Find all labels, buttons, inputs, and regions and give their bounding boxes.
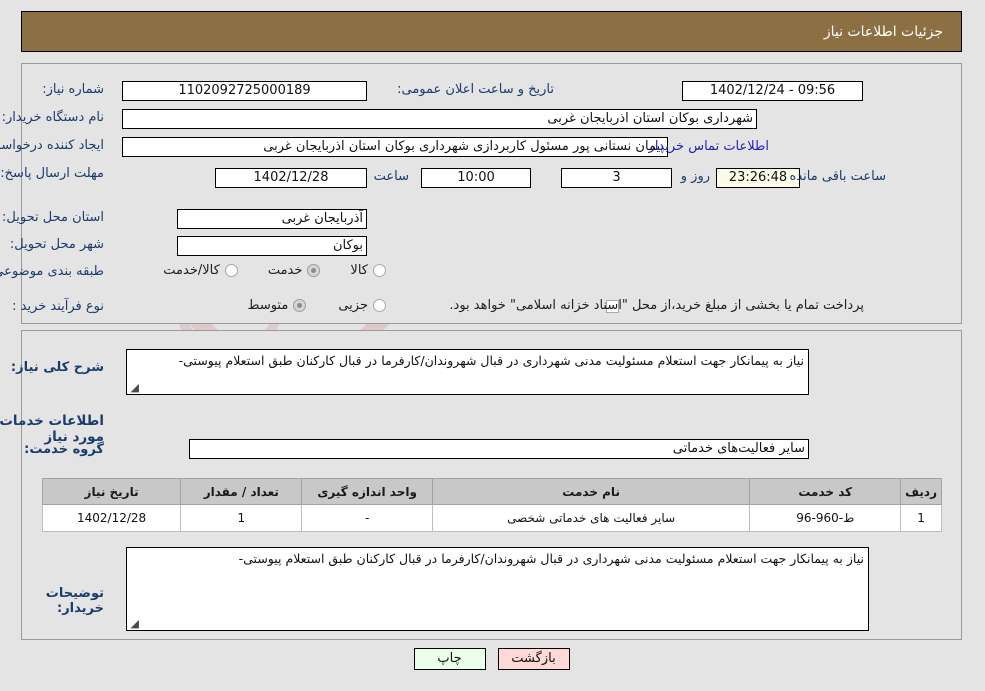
- buyer-contact-link[interactable]: اطلاعات تماس خریدار: [650, 139, 770, 154]
- radio-service-icon[interactable]: [308, 264, 322, 277]
- deadline-label-wrap: مهلت ارسال پاسخ: تا تاریخ:: [0, 166, 105, 182]
- category-option-goods-label: کالا: [351, 263, 369, 278]
- deadline-countdown-label: ساعت باقی مانده: [790, 169, 887, 184]
- services-heading: اطلاعات خدمات مورد نیاز: [0, 413, 105, 445]
- cell-unit: -: [302, 504, 434, 532]
- buyer-org-row: نام دستگاه خریدار:: [3, 110, 105, 125]
- category-option-service[interactable]: خدمت: [269, 263, 322, 278]
- requester-value: پیمان نستانی پور مسئول کاربردازی شهرداری…: [123, 137, 669, 157]
- deadline-time: 10:00: [422, 168, 532, 188]
- deadline-days: 3: [562, 168, 673, 188]
- category-option-goods-service-label: کالا/خدمت: [164, 263, 221, 278]
- resize-grip-icon[interactable]: ◢: [130, 382, 140, 393]
- category-option-goods-service[interactable]: کالا/خدمت: [164, 263, 239, 278]
- province-value: آذربایجان غربی: [178, 209, 368, 229]
- category-row: طبقه بندی موضوعی:: [0, 264, 105, 279]
- province-label: استان محل تحویل:: [3, 210, 105, 225]
- need-number-value: 1102092725000189: [123, 81, 368, 101]
- radio-minor-icon[interactable]: [374, 299, 387, 312]
- city-label: شهر محل تحویل:: [10, 237, 105, 252]
- table-row: 1 ط-960-96 سایر فعالیت های خدماتی شخصی -…: [42, 504, 943, 532]
- cell-service-name: سایر فعالیت های خدماتی شخصی: [432, 504, 752, 532]
- back-button[interactable]: بازگشت: [498, 648, 571, 670]
- general-desc-label: شرح کلی نیاز:: [11, 360, 105, 375]
- buyer-remarks-value: نیاز به پیمانکار جهت استعلام مسئولیت مدن…: [239, 551, 865, 566]
- category-option-goods[interactable]: کالا: [351, 263, 387, 278]
- services-table: ردیف کد خدمت نام خدمت واحد اندازه گیری ت…: [42, 478, 943, 532]
- category-option-service-label: خدمت: [268, 263, 304, 278]
- deadline-countdown: 23:26:48: [717, 168, 801, 188]
- cell-row-no: 1: [901, 504, 943, 532]
- purchase-type-option-medium-label: متوسط: [248, 298, 290, 313]
- table-header-row: ردیف کد خدمت نام خدمت واحد اندازه گیری ت…: [42, 478, 943, 505]
- need-number-label: شماره نیاز:: [43, 82, 105, 97]
- col-service-name: نام خدمت: [432, 478, 752, 505]
- buyer-org-label: نام دستگاه خریدار:: [2, 110, 105, 125]
- service-group-value: سایر فعالیت‌های خدماتی: [190, 439, 810, 459]
- col-row-no: ردیف: [901, 478, 943, 505]
- radio-medium-icon[interactable]: [294, 299, 308, 312]
- buyer-remarks-label: توضیحات خریدار:: [46, 586, 105, 616]
- radio-goods-icon[interactable]: [374, 264, 387, 277]
- resize-grip-icon-remarks[interactable]: ◢: [130, 618, 140, 629]
- cell-need-date: 1402/12/28: [42, 504, 183, 532]
- button-bar: بازگشت چاپ: [0, 648, 985, 670]
- city-value: بوکان: [178, 236, 368, 256]
- col-service-code: کد خدمت: [750, 478, 903, 505]
- general-desc-value: نیاز به پیمانکار جهت استعلام مسئولیت مدن…: [179, 353, 805, 368]
- deadline-date: 1402/12/28: [216, 168, 368, 188]
- col-unit: واحد اندازه گیری: [302, 478, 434, 505]
- purchase-type-option-minor-label: جزیی: [339, 298, 369, 313]
- announce-datetime-value: 09:56 - 1402/12/24: [683, 81, 864, 101]
- requester-label: ایجاد کننده درخواست:: [0, 138, 105, 153]
- need-number-row: شماره نیاز:: [43, 82, 105, 97]
- service-group-label: گروه خدمت:: [25, 442, 105, 457]
- need-info-panel: [22, 63, 963, 324]
- deadline-time-label: ساعت: [374, 169, 410, 184]
- city-row: شهر محل تحویل:: [11, 237, 105, 252]
- print-button[interactable]: چاپ: [414, 648, 487, 670]
- page-title: جزئیات اطلاعات نیاز: [824, 23, 944, 40]
- purchase-type-option-medium[interactable]: متوسط: [248, 298, 308, 313]
- purchase-type-option-minor[interactable]: جزیی: [339, 298, 387, 313]
- buyer-org-value: شهرداری بوکان استان اذربایجان غربی: [123, 109, 758, 129]
- purchase-type-radio-group[interactable]: جزیی متوسط: [248, 298, 387, 313]
- province-row: استان محل تحویل:: [3, 210, 105, 225]
- radio-goods-service-icon[interactable]: [225, 264, 239, 277]
- col-need-date: تاریخ نیاز: [42, 478, 183, 505]
- announce-datetime-label-wrap: تاریخ و ساعت اعلان عمومی:: [398, 82, 555, 97]
- page-header: جزئیات اطلاعات نیاز: [22, 11, 963, 52]
- category-label: طبقه بندی موضوعی:: [0, 264, 105, 279]
- buyer-remarks-textarea[interactable]: نیاز به پیمانکار جهت استعلام مسئولیت مدن…: [127, 547, 870, 631]
- cell-quantity: 1: [181, 504, 304, 532]
- col-quantity: تعداد / مقدار: [181, 478, 304, 505]
- cell-service-code: ط-960-96: [750, 504, 903, 532]
- purchase-type-label: نوع فرآیند خرید :: [13, 299, 105, 314]
- requester-row: ایجاد کننده درخواست:: [0, 138, 105, 153]
- treasury-note-text: پرداخت تمام یا بخشی از مبلغ خرید،از محل …: [450, 298, 865, 313]
- general-desc-textarea[interactable]: نیاز به پیمانکار جهت استعلام مسئولیت مدن…: [127, 349, 810, 395]
- announce-datetime-label: تاریخ و ساعت اعلان عمومی:: [398, 82, 555, 97]
- deadline-label: مهلت ارسال پاسخ: تا تاریخ:: [0, 166, 105, 181]
- category-radio-group[interactable]: کالا خدمت کالا/خدمت: [164, 263, 387, 278]
- purchase-type-row: نوع فرآیند خرید :: [13, 299, 105, 314]
- deadline-days-label: روز و: [681, 169, 711, 184]
